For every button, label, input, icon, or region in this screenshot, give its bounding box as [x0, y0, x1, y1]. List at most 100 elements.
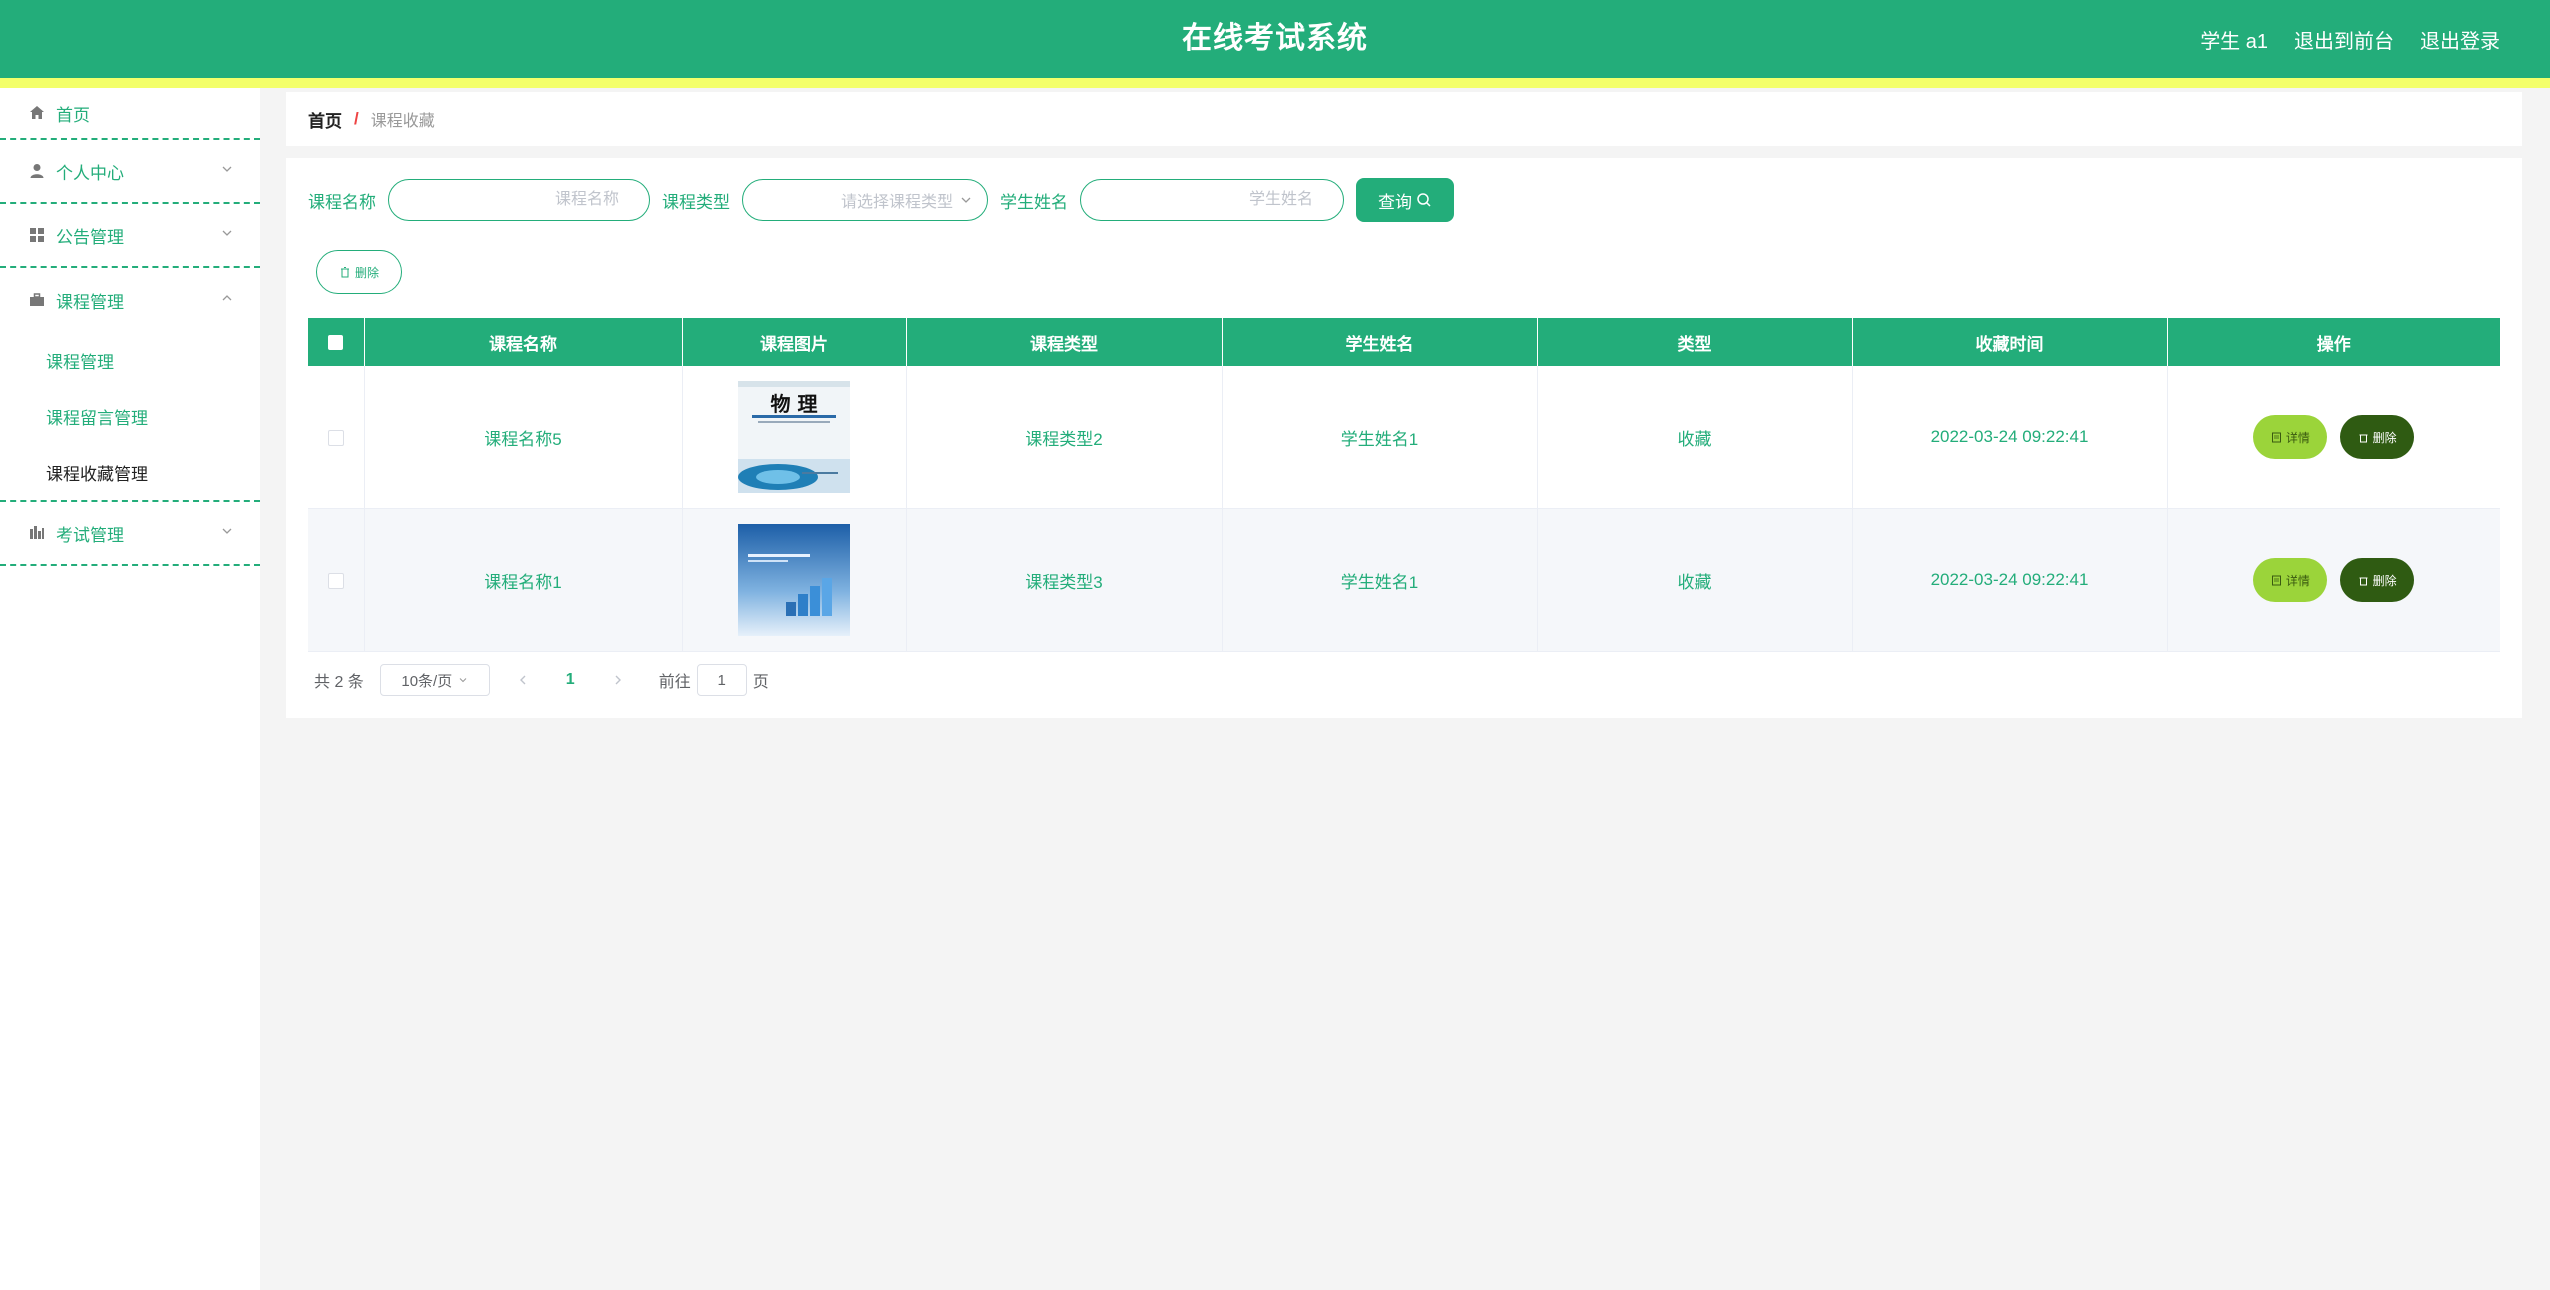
row-checkbox[interactable] — [327, 429, 344, 446]
sidebar-item-label: 课程管理 — [56, 292, 124, 312]
course-name-cell: 课程名称5 — [364, 366, 683, 509]
breadcrumb: 首页 / 课程收藏 — [286, 92, 2522, 146]
column-header: 操作 — [2167, 318, 2500, 366]
favorite-time-cell: 2022-03-24 09:22:41 — [1852, 508, 2168, 652]
logout-link[interactable]: 退出登录 — [2420, 25, 2500, 54]
user-icon — [28, 162, 46, 180]
course-type-cell: 课程类型3 — [906, 508, 1223, 652]
detail-button[interactable]: 详情 — [2253, 558, 2328, 602]
document-icon — [2271, 575, 2281, 585]
column-header: 课程图片 — [682, 318, 907, 366]
chevron-up-icon — [220, 291, 234, 305]
page-size-value: 10条/页 — [401, 672, 453, 690]
chevron-down-icon — [220, 226, 234, 240]
course-image-computer[interactable] — [738, 524, 850, 636]
sidebar-item-home[interactable]: 首页 — [0, 88, 260, 140]
student-name-cell: 学生姓名1 — [1222, 366, 1538, 509]
kind-cell: 收藏 — [1537, 366, 1853, 509]
page-suffix: 页 — [752, 674, 769, 691]
document-icon — [2271, 432, 2281, 442]
actions-cell: 详情 删除 — [2167, 366, 2500, 509]
current-user-label: 学生 a1 — [2200, 30, 2268, 53]
row-select-cell — [308, 366, 365, 509]
favorites-table: 课程名称 课程图片 课程类型 学生姓名 类型 收藏时间 操作 课程名称5 物 理… — [308, 318, 2500, 652]
row-select-cell — [308, 508, 365, 652]
svg-text:物 理: 物 理 — [771, 392, 818, 416]
trash-icon — [340, 267, 349, 278]
chevron-down-icon — [459, 678, 467, 683]
content-panel: 课程名称 课程类型 请选择课程类型 学生姓名 查询 删除 课程名称 — [286, 158, 2522, 718]
sidebar-item-label: 公告管理 — [56, 227, 124, 247]
student-name-label: 学生姓名 — [1000, 192, 1068, 212]
briefcase-icon — [28, 291, 46, 309]
course-name-cell: 课程名称1 — [364, 508, 683, 652]
sidebar-item-course-management[interactable]: 课程管理 — [0, 268, 260, 332]
course-submenu: 课程管理 课程留言管理 课程收藏管理 — [0, 332, 260, 502]
sidebar-subitem-course-favorites[interactable]: 课程收藏管理 — [0, 444, 260, 500]
page-number[interactable]: 1 — [566, 671, 575, 689]
breadcrumb-current: 课程收藏 — [370, 113, 435, 130]
select-all-checkbox[interactable] — [328, 335, 344, 351]
app-title: 在线考试系统 — [1182, 22, 1368, 55]
search-icon — [1417, 193, 1431, 207]
detail-label: 详情 — [2285, 573, 2310, 588]
breadcrumb-home[interactable]: 首页 — [308, 107, 342, 132]
sidebar-item-label: 首页 — [56, 105, 90, 125]
column-header: 学生姓名 — [1222, 318, 1538, 366]
column-header: 课程名称 — [364, 318, 683, 366]
goto-label: 前往 — [658, 674, 691, 691]
goto-page-input[interactable] — [696, 664, 747, 696]
detail-label: 详情 — [2285, 430, 2310, 445]
chevron-down-icon — [220, 524, 234, 538]
query-button-label: 查询 — [1378, 192, 1412, 212]
student-name-input[interactable] — [1080, 179, 1344, 221]
query-button[interactable]: 查询 — [1356, 178, 1454, 222]
table-row: 课程名称5 物 理 课程类型2 学生姓名1 收藏 2022-03-24 09:2… — [308, 366, 2500, 509]
delete-button[interactable]: 删除 — [2340, 415, 2415, 459]
delete-label: 删除 — [2372, 430, 2397, 445]
delete-button[interactable]: 删除 — [2340, 558, 2415, 602]
course-type-select[interactable]: 请选择课程类型 — [742, 179, 988, 221]
table-header-row: 课程名称 课程图片 课程类型 学生姓名 类型 收藏时间 操作 — [308, 318, 2500, 366]
course-type-label: 课程类型 — [662, 192, 730, 212]
course-type-placeholder: 请选择课程类型 — [840, 194, 953, 211]
table-row: 课程名称1 课程类型3 学生姓名1 收藏 2022-03-24 09:22:41… — [308, 508, 2500, 652]
course-image-physics[interactable]: 物 理 — [738, 381, 850, 493]
back-to-front-link[interactable]: 退出到前台 — [2294, 25, 2394, 54]
sidebar-item-announcements[interactable]: 公告管理 — [0, 204, 260, 268]
sidebar-item-label: 个人中心 — [56, 163, 124, 183]
search-form: 课程名称 课程类型 请选择课程类型 学生姓名 查询 — [308, 178, 1454, 222]
sidebar-subitem-course-comments[interactable]: 课程留言管理 — [0, 388, 260, 444]
column-header: 课程类型 — [906, 318, 1223, 366]
trash-icon — [2359, 577, 2368, 585]
prev-page-icon[interactable] — [516, 673, 530, 687]
course-name-label: 课程名称 — [308, 192, 376, 212]
sidebar-item-label: 考试管理 — [56, 525, 124, 545]
pagination: 共 2 条 10条/页 1 前往 页 — [314, 664, 769, 696]
chart-icon — [28, 524, 46, 542]
sidebar: 首页 个人中心 公告管理 课程管理 课程管理 课程留言管理 课程收藏管理 考试管… — [0, 88, 260, 1290]
next-page-icon[interactable] — [611, 673, 625, 687]
course-image-cell: 物 理 — [682, 366, 907, 509]
column-header: 类型 — [1537, 318, 1853, 366]
select-all-cell — [308, 318, 365, 366]
home-icon — [28, 104, 46, 122]
course-name-input[interactable] — [388, 179, 650, 221]
total-count: 共 2 条 — [314, 674, 364, 691]
page-size-select[interactable]: 10条/页 — [379, 664, 490, 696]
row-checkbox[interactable] — [327, 572, 344, 589]
bulk-delete-button[interactable]: 删除 — [316, 250, 402, 294]
favorite-time-cell: 2022-03-24 09:22:41 — [1852, 366, 2168, 509]
column-header: 收藏时间 — [1852, 318, 2168, 366]
header-accent-stripe — [0, 78, 2550, 88]
sidebar-subitem-course[interactable]: 课程管理 — [0, 332, 260, 388]
breadcrumb-separator: / — [354, 109, 359, 128]
detail-button[interactable]: 详情 — [2253, 415, 2328, 459]
sidebar-item-exam-management[interactable]: 考试管理 — [0, 502, 260, 566]
header-actions: 学生 a1 退出到前台 退出登录 — [2200, 0, 2500, 78]
sidebar-item-personal-center[interactable]: 个人中心 — [0, 140, 260, 204]
grid-icon — [28, 226, 46, 244]
student-name-cell: 学生姓名1 — [1222, 508, 1538, 652]
chevron-down-icon — [961, 197, 971, 203]
delete-label: 删除 — [2372, 573, 2397, 588]
